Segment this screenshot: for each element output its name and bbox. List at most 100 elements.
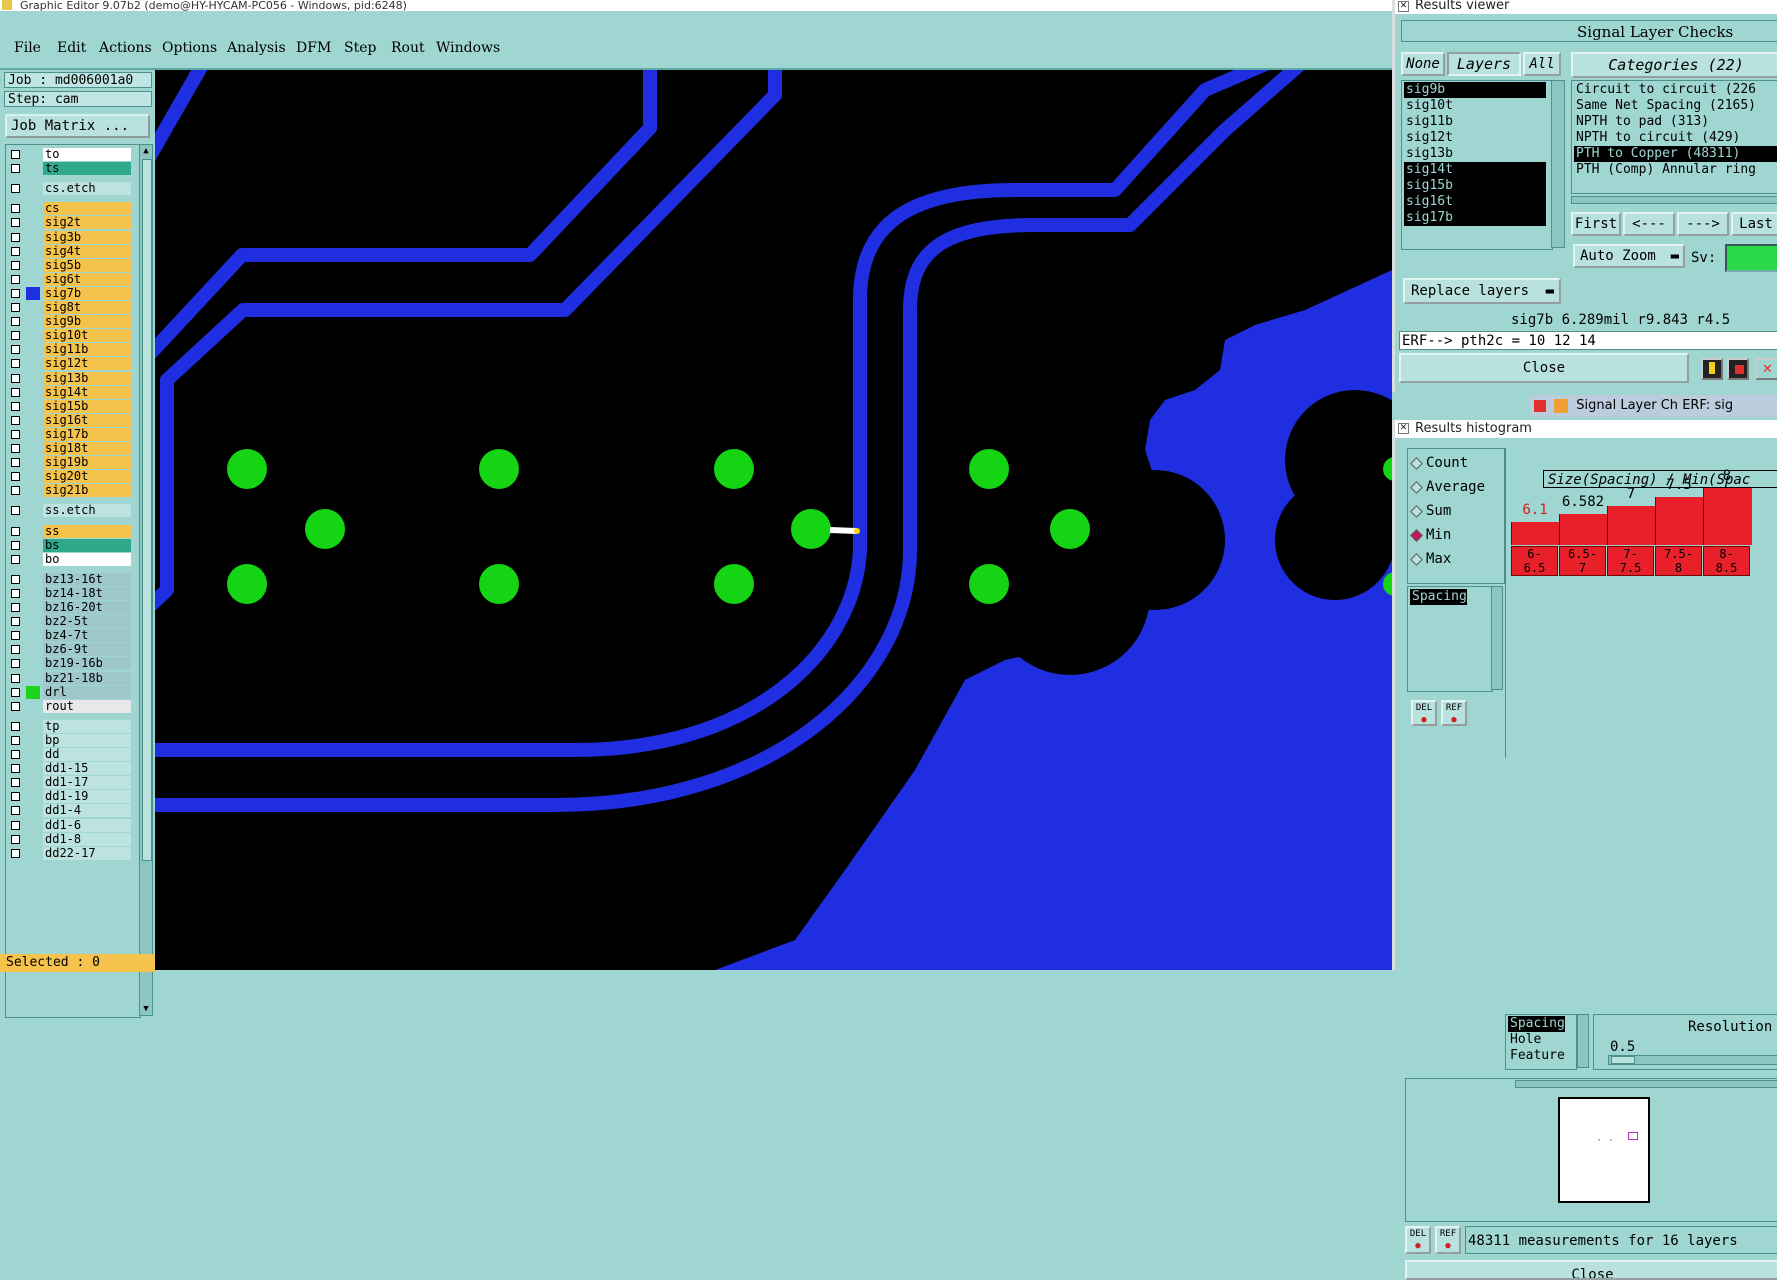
layer-checkbox[interactable]: [11, 806, 20, 816]
layer-checkbox[interactable]: [11, 204, 20, 214]
layer-name[interactable]: sig20t: [43, 470, 131, 484]
layer-row-sig5b[interactable]: sig5b: [6, 258, 140, 273]
layer-color-swatch[interactable]: [26, 414, 40, 427]
layer-checkbox[interactable]: [11, 150, 20, 159]
layer-result-item[interactable]: sig13b: [1404, 146, 1546, 162]
background-window-tab[interactable]: Signal Layer Ch ERF: sig: [1530, 395, 1777, 417]
layer-color-swatch[interactable]: [26, 847, 40, 860]
layer-checkbox[interactable]: [11, 486, 20, 496]
layer-row-to[interactable]: to: [6, 147, 140, 162]
layer-name[interactable]: dd1-17: [43, 776, 131, 790]
layer-color-swatch[interactable]: [26, 162, 40, 175]
graphic-canvas[interactable]: [155, 70, 1392, 970]
layer-checkbox[interactable]: [11, 331, 20, 341]
layer-color-swatch[interactable]: [26, 400, 40, 413]
layer-row-dd1-19[interactable]: dd1-19: [6, 789, 140, 804]
layer-checkbox[interactable]: [11, 218, 20, 228]
layer-name[interactable]: bz21-18b: [43, 671, 131, 685]
layer-row-sig18t[interactable]: sig18t: [6, 441, 140, 456]
menu-edit[interactable]: Edit: [57, 40, 86, 56]
layer-row-cs[interactable]: cs: [6, 201, 140, 216]
layer-checkbox[interactable]: [11, 232, 20, 242]
layer-color-swatch[interactable]: [26, 643, 40, 656]
layer-name[interactable]: cs.etch: [43, 182, 131, 196]
scroll-up-icon[interactable]: ▲: [141, 146, 151, 156]
list-item[interactable]: Spacing: [1410, 589, 1467, 605]
layer-color-swatch[interactable]: [26, 804, 40, 817]
radio-diamond-icon[interactable]: [1410, 529, 1423, 542]
layer-name[interactable]: dd1-4: [43, 804, 131, 818]
layer-color-swatch[interactable]: [26, 148, 40, 161]
layer-row-bz16-20t[interactable]: bz16-20t: [6, 600, 140, 615]
layer-name[interactable]: sig4t: [43, 244, 131, 258]
layer-row-sig2t[interactable]: sig2t: [6, 215, 140, 230]
layer-checkbox[interactable]: [11, 303, 20, 312]
job-matrix-button[interactable]: Job Matrix ...: [5, 114, 150, 138]
layer-color-swatch[interactable]: [26, 202, 40, 215]
layer-row-drl[interactable]: drl: [6, 685, 140, 700]
layer-row-bz2-5t[interactable]: bz2-5t: [6, 614, 140, 629]
layer-result-item[interactable]: sig9b: [1404, 82, 1546, 98]
layer-row-sig19b[interactable]: sig19b: [6, 455, 140, 470]
radio-diamond-icon[interactable]: [1410, 481, 1423, 494]
layer-name[interactable]: sig3b: [43, 230, 131, 244]
bar-range-label[interactable]: 6.5- 7: [1559, 546, 1606, 576]
layer-name[interactable]: bz19-16b: [43, 657, 131, 671]
layer-color-swatch[interactable]: [26, 182, 40, 195]
layer-color-swatch[interactable]: [26, 343, 40, 356]
layer-checkbox[interactable]: [11, 540, 20, 550]
layers-button[interactable]: Layers: [1447, 52, 1521, 76]
layer-checkbox[interactable]: [11, 603, 20, 612]
layer-checkbox[interactable]: [11, 429, 20, 439]
layer-color-swatch[interactable]: [26, 259, 40, 272]
sv-indicator[interactable]: [1725, 244, 1777, 272]
layer-name[interactable]: sig19b: [43, 456, 131, 470]
layer-row-dd1-4[interactable]: dd1-4: [6, 803, 140, 818]
histogram-bar[interactable]: [1559, 514, 1608, 545]
layer-row-ss[interactable]: ss: [6, 524, 140, 539]
category-item[interactable]: Same Net Spacing (2165): [1574, 98, 1777, 114]
layer-row-ss.etch[interactable]: ss.etch: [6, 503, 140, 518]
layer-checkbox[interactable]: [11, 750, 20, 759]
layer-name[interactable]: bz2-5t: [43, 615, 131, 629]
category-item[interactable]: PTH (Comp) Annular ring: [1574, 162, 1777, 178]
layer-row-bs[interactable]: bs: [6, 538, 140, 553]
layer-name[interactable]: dd1-15: [43, 762, 131, 776]
layer-checkbox[interactable]: [11, 458, 20, 468]
layer-color-swatch[interactable]: [26, 231, 40, 244]
bar-range-label[interactable]: 8- 8.5: [1703, 546, 1750, 576]
layer-name[interactable]: sig21b: [43, 484, 131, 498]
layer-color-swatch[interactable]: [26, 504, 40, 517]
menu-step[interactable]: Step: [344, 40, 376, 56]
layer-color-swatch[interactable]: [26, 601, 40, 614]
layer-checkbox[interactable]: [11, 184, 20, 194]
layer-color-swatch[interactable]: [26, 329, 40, 342]
layer-color-swatch[interactable]: [26, 734, 40, 747]
marker-tool-icon[interactable]: [1701, 358, 1723, 380]
layer-row-sig14t[interactable]: sig14t: [6, 385, 140, 400]
layer-name[interactable]: sig17b: [43, 427, 131, 441]
layer-name[interactable]: sig8t: [43, 301, 131, 314]
layer-color-swatch[interactable]: [26, 386, 40, 399]
layer-color-swatch[interactable]: [26, 672, 40, 685]
bar-range-label[interactable]: 7- 7.5: [1607, 546, 1654, 576]
menu-windows[interactable]: Windows: [436, 40, 500, 56]
layer-row-sig12t[interactable]: sig12t: [6, 356, 140, 371]
layer-color-swatch[interactable]: [26, 657, 40, 670]
histogram-bar[interactable]: [1655, 497, 1704, 545]
layer-row-sig4t[interactable]: sig4t: [6, 244, 140, 259]
layer-name[interactable]: sig2t: [43, 216, 131, 230]
pcb-drawing[interactable]: [155, 70, 1392, 970]
category-item[interactable]: NPTH to pad (313): [1574, 114, 1777, 130]
layer-checkbox[interactable]: [11, 820, 20, 830]
layer-checkbox[interactable]: [11, 359, 20, 369]
del-button[interactable]: DEL ●: [1411, 700, 1437, 726]
layer-result-item[interactable]: sig12t: [1404, 130, 1546, 146]
layer-name[interactable]: ts: [43, 162, 131, 176]
layer-checkbox[interactable]: [11, 631, 20, 641]
layer-name[interactable]: bz16-20t: [43, 601, 131, 614]
layer-name[interactable]: dd1-19: [43, 790, 131, 804]
menu-actions[interactable]: Actions: [99, 40, 152, 56]
bar-range-label[interactable]: 6- 6.5: [1511, 546, 1558, 576]
layer-row-bz6-9t[interactable]: bz6-9t: [6, 642, 140, 657]
